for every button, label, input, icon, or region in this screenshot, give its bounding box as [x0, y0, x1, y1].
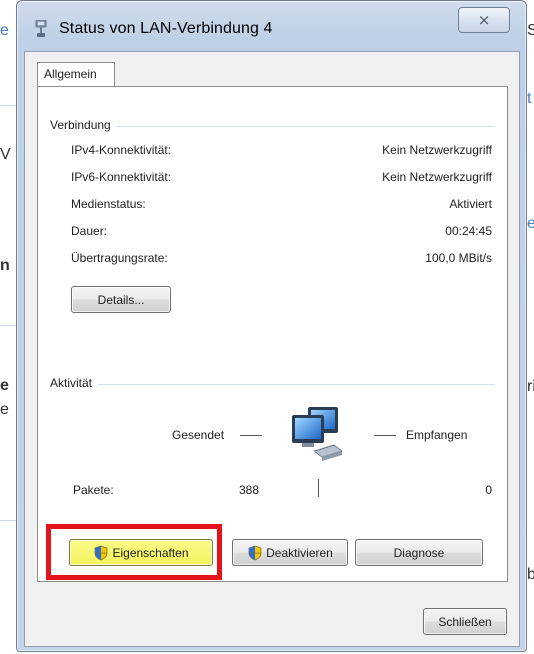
received-label: Empfangen	[406, 428, 468, 442]
highlight-annotation	[46, 524, 222, 580]
close-button[interactable]: Schließen	[423, 608, 507, 635]
deactivate-button-label: Deaktivieren	[266, 545, 333, 560]
packets-sent-value: 388	[238, 483, 259, 497]
group-divider	[50, 126, 495, 127]
ipv6-value: Kein Netzwerkzugriff	[382, 170, 492, 184]
duration-value: 00:24:45	[445, 224, 492, 238]
background-fragment: e	[527, 215, 534, 232]
group-label-aktivitaet: Aktivität	[50, 376, 99, 390]
details-button[interactable]: Details...	[71, 286, 171, 313]
background-fragment: V	[0, 146, 11, 163]
media-status-value: Aktiviert	[449, 197, 492, 211]
tab-allgemein[interactable]: Allgemein	[37, 62, 115, 86]
background-fragment: S	[527, 22, 534, 39]
background-line	[0, 325, 16, 326]
network-adapter-icon	[35, 20, 47, 37]
background-fragment: b	[527, 566, 534, 583]
group-label-verbindung: Verbindung	[50, 118, 117, 132]
packets-label: Pakete:	[73, 483, 114, 497]
tab-panel: Verbindung IPv4-Konnektivität: Kein Netz…	[37, 86, 508, 582]
background-fragment: e	[0, 377, 9, 394]
received-connector	[374, 435, 396, 436]
background-fragment: n	[0, 257, 10, 274]
ipv4-value: Kein Netzwerkzugriff	[382, 143, 492, 157]
sent-label: Gesendet	[172, 428, 225, 442]
background-fragment: e	[0, 22, 9, 39]
packets-divider	[318, 479, 319, 497]
deactivate-button[interactable]: Deaktivieren	[232, 539, 348, 566]
close-icon: ⨯	[477, 11, 491, 29]
ipv6-label: IPv6-Konnektivität:	[71, 170, 172, 184]
ipv4-label: IPv4-Konnektivität:	[71, 143, 172, 157]
network-computers-icon	[292, 407, 343, 461]
background-line	[0, 105, 16, 106]
close-window-button[interactable]: ⨯	[458, 7, 510, 33]
background-line	[0, 520, 16, 521]
background-fragment: ri	[527, 378, 534, 395]
background-fragment: t	[527, 90, 532, 107]
duration-label: Dauer:	[71, 224, 108, 238]
uac-shield-icon	[248, 545, 262, 560]
sent-connector	[240, 435, 262, 436]
title-bar[interactable]: Status von LAN-Verbindung 4 ⨯	[17, 1, 526, 51]
group-divider	[50, 384, 495, 385]
media-status-label: Medienstatus:	[71, 197, 146, 211]
packets-received-value: 0	[485, 483, 492, 497]
background-fragment: e	[0, 401, 9, 418]
window-title: Status von LAN-Verbindung 4	[59, 20, 273, 37]
diagnose-button[interactable]: Diagnose	[355, 539, 483, 566]
speed-value: 100,0 MBit/s	[425, 251, 492, 265]
speed-label: Übertragungsrate:	[71, 251, 168, 265]
